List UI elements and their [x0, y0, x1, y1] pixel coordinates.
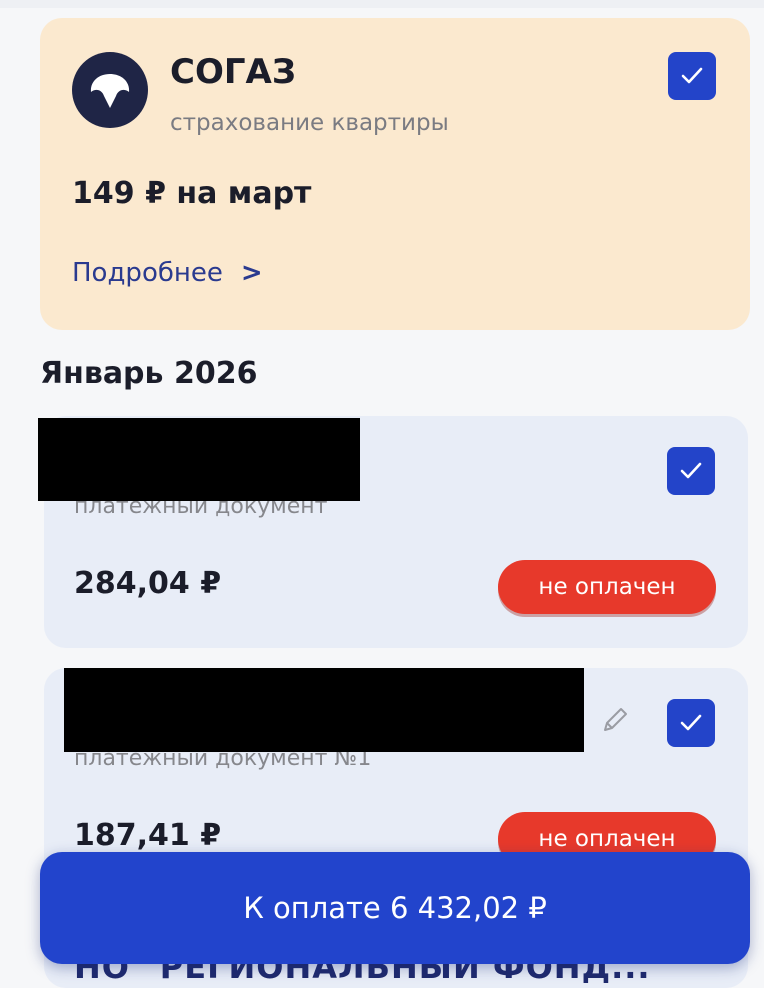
bill-amount: 187,41 ₽ — [74, 818, 222, 853]
more-details-link[interactable]: Подробнее > — [72, 258, 263, 288]
checkmark-icon — [681, 67, 703, 84]
bill-amount: 284,04 ₽ — [74, 566, 222, 601]
insurance-amount: 149 ₽ на март — [72, 176, 312, 211]
checkmark-icon — [680, 714, 702, 731]
sogaz-logo — [72, 52, 148, 128]
redacted-bill-title — [64, 668, 584, 752]
section-title: Январь 2026 — [40, 356, 258, 391]
status-badge: не оплачен — [498, 560, 716, 614]
more-details-label: Подробнее — [72, 258, 223, 288]
chevron-right-icon: > — [240, 258, 263, 288]
redacted-bill-title — [38, 418, 360, 501]
insurance-checkbox[interactable] — [668, 52, 716, 100]
bill-checkbox[interactable] — [667, 447, 715, 495]
bill-checkbox[interactable] — [667, 699, 715, 747]
pay-button[interactable]: К оплате 6 432,02 ₽ — [40, 852, 750, 964]
edit-pencil-icon[interactable] — [599, 704, 631, 740]
checkmark-icon — [680, 462, 702, 479]
company-name: СОГАЗ — [170, 52, 296, 92]
insurance-card[interactable]: СОГАЗ страхование квартиры 149 ₽ на март… — [40, 18, 750, 330]
top-edge — [0, 0, 764, 8]
service-subtitle: страхование квартиры — [170, 110, 449, 136]
